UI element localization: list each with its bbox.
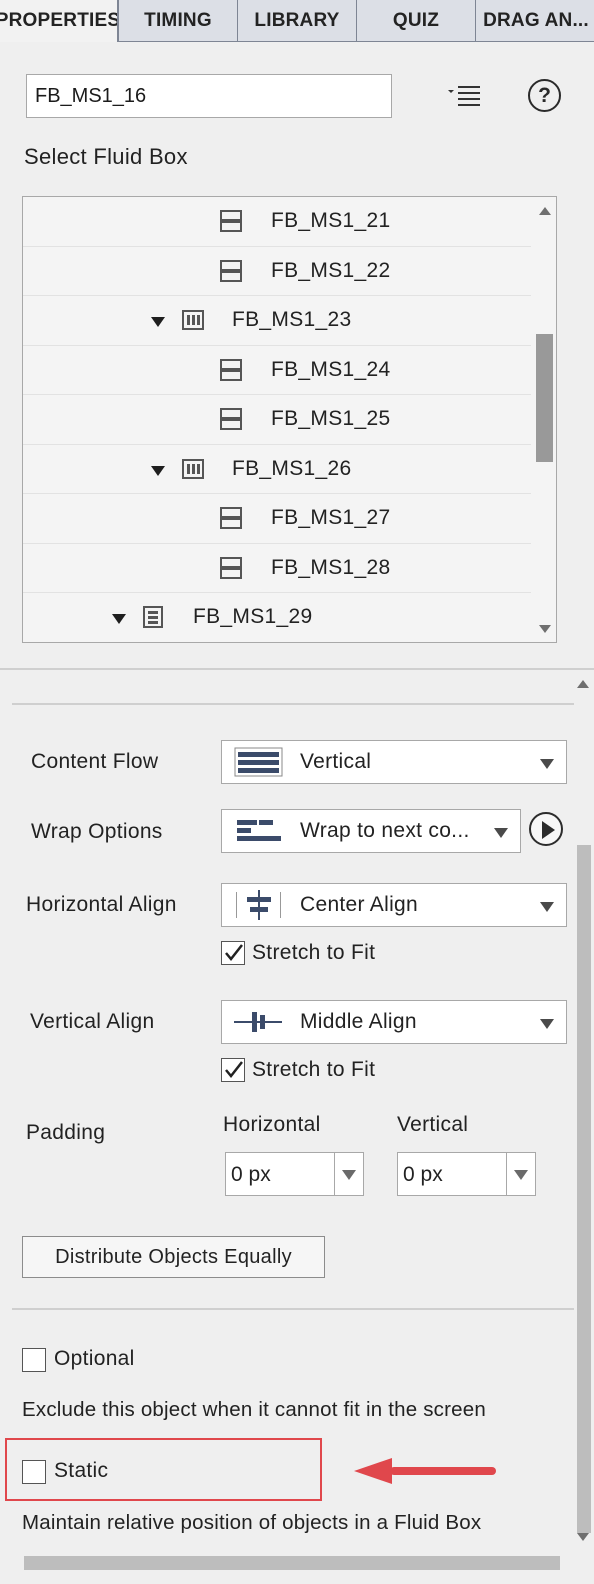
panel-tab-bar: PROPERTIES TIMING LIBRARY QUIZ DRAG AN..… xyxy=(0,0,594,42)
scroll-down-icon[interactable] xyxy=(539,625,551,633)
select-fluid-box-title: Select Fluid Box xyxy=(24,144,188,169)
vertical-box-icon xyxy=(182,458,204,479)
static-label: Static xyxy=(54,1459,109,1482)
horizontal-align-value: Center Align xyxy=(300,893,419,916)
stacked-box-icon xyxy=(143,606,163,628)
scroll-up-icon[interactable] xyxy=(577,680,589,688)
scroll-down-icon[interactable] xyxy=(577,1533,589,1541)
horizontal-box-icon xyxy=(220,210,242,232)
optional-description: Exclude this object when it cannot fit i… xyxy=(22,1398,486,1421)
vertical-stretch-checkbox[interactable] xyxy=(221,1058,245,1082)
tree-item[interactable]: FB_MS1_27 xyxy=(23,494,531,544)
content-flow-select[interactable]: Vertical xyxy=(221,740,567,784)
tab-drag-and-drop[interactable]: DRAG AN... xyxy=(475,0,594,42)
checkmark-icon xyxy=(225,944,243,961)
horizontal-box-icon xyxy=(220,408,242,430)
fluid-box-tree[interactable]: FB_MS1_21 FB_MS1_22 FB_MS1_23 FB_MS1_24 xyxy=(22,196,557,643)
padding-horizontal-label: Horizontal xyxy=(223,1113,321,1136)
horizontal-stretch-checkbox[interactable] xyxy=(221,941,245,965)
tree-item[interactable]: FB_MS1_29 xyxy=(23,593,531,642)
scroll-up-icon[interactable] xyxy=(539,207,551,215)
optional-checkbox[interactable] xyxy=(22,1348,46,1372)
tree-item[interactable]: FB_MS1_25 xyxy=(23,395,531,445)
static-highlight-annotation xyxy=(5,1438,322,1501)
static-checkbox[interactable] xyxy=(22,1460,46,1484)
tree-scroll-thumb[interactable] xyxy=(536,334,553,462)
padding-vertical-value: 0 px xyxy=(403,1163,443,1186)
content-flow-value: Vertical xyxy=(300,750,372,773)
padding-horizontal-select[interactable]: 0 px xyxy=(225,1152,364,1196)
horizontal-stretch-label: Stretch to Fit xyxy=(252,941,376,964)
tree-item-label: FB_MS1_24 xyxy=(271,357,391,381)
object-name-field[interactable]: FB_MS1_16 xyxy=(26,74,392,118)
tree-item[interactable]: FB_MS1_22 xyxy=(23,247,531,296)
tree-item-label: FB_MS1_27 xyxy=(271,506,391,529)
tab-library[interactable]: LIBRARY xyxy=(237,0,357,42)
horizontal-box-icon xyxy=(220,358,242,381)
expand-arrow-icon[interactable] xyxy=(151,317,165,327)
tree-item-label: FB_MS1_28 xyxy=(271,555,391,579)
horizontal-align-select[interactable]: Center Align xyxy=(221,883,567,927)
chevron-down-icon xyxy=(540,759,554,769)
chevron-down-icon xyxy=(494,828,508,838)
wrap-options-label: Wrap Options xyxy=(31,820,163,843)
tree-item-label: FB_MS1_22 xyxy=(271,258,391,282)
horizontal-box-icon xyxy=(220,259,242,282)
wrap-options-select[interactable]: Wrap to next co... xyxy=(221,809,521,853)
tab-timing[interactable]: TIMING xyxy=(118,0,238,42)
padding-horizontal-value: 0 px xyxy=(231,1163,271,1186)
tree-item-label: FB_MS1_29 xyxy=(193,605,313,628)
vertical-align-value: Middle Align xyxy=(300,1010,417,1033)
expand-arrow-icon[interactable] xyxy=(112,614,126,624)
tab-properties[interactable]: PROPERTIES xyxy=(0,0,118,42)
tree-item-label: FB_MS1_21 xyxy=(271,209,391,232)
horizontal-box-icon xyxy=(220,507,242,529)
section-divider xyxy=(0,668,594,670)
tree-item-label: FB_MS1_26 xyxy=(232,456,352,480)
expand-arrow-icon[interactable] xyxy=(151,465,165,476)
tree-item-label: FB_MS1_25 xyxy=(271,407,391,430)
play-icon[interactable] xyxy=(529,812,563,846)
middle-align-icon xyxy=(234,1012,282,1032)
red-arrow-annotation xyxy=(354,1458,496,1484)
chevron-down-icon xyxy=(342,1170,356,1180)
padding-vertical-label: Vertical xyxy=(397,1113,469,1136)
tree-item[interactable]: FB_MS1_28 xyxy=(23,544,531,593)
tree-item-label: FB_MS1_23 xyxy=(232,308,352,331)
padding-label: Padding xyxy=(26,1121,106,1144)
chevron-down-icon xyxy=(540,1019,554,1029)
horizontal-align-label: Horizontal Align xyxy=(26,893,177,916)
padding-vertical-select[interactable]: 0 px xyxy=(397,1152,536,1196)
center-align-icon xyxy=(236,890,281,920)
tree-item[interactable]: FB_MS1_26 xyxy=(23,445,531,494)
wrap-icon xyxy=(237,820,281,841)
vertical-box-icon xyxy=(182,310,204,330)
vertical-stretch-label: Stretch to Fit xyxy=(252,1058,376,1081)
tab-quiz[interactable]: QUIZ xyxy=(356,0,476,42)
section-divider xyxy=(12,1308,574,1310)
wrap-options-value: Wrap to next co... xyxy=(300,819,470,842)
vertical-align-label: Vertical Align xyxy=(30,1010,155,1033)
tree-item[interactable]: FB_MS1_23 xyxy=(23,296,531,346)
chevron-down-icon xyxy=(514,1170,528,1180)
panel-vertical-scrollbar[interactable] xyxy=(577,845,591,1533)
horizontal-box-icon xyxy=(220,556,242,579)
tree-item[interactable]: FB_MS1_21 xyxy=(23,197,531,247)
section-divider xyxy=(12,703,574,705)
tree-item[interactable]: FB_MS1_24 xyxy=(23,346,531,395)
chevron-down-icon xyxy=(540,902,554,912)
distribute-objects-button[interactable]: Distribute Objects Equally xyxy=(22,1236,325,1278)
panel-horizontal-scrollbar[interactable] xyxy=(24,1556,560,1570)
vertical-flow-icon xyxy=(234,747,283,777)
content-flow-label: Content Flow xyxy=(31,750,159,773)
list-menu-icon[interactable] xyxy=(446,82,482,110)
vertical-align-select[interactable]: Middle Align xyxy=(221,1000,567,1044)
static-description: Maintain relative position of objects in… xyxy=(22,1511,482,1534)
optional-label: Optional xyxy=(54,1347,135,1370)
help-icon[interactable]: ? xyxy=(528,79,561,112)
checkmark-icon xyxy=(225,1061,243,1078)
